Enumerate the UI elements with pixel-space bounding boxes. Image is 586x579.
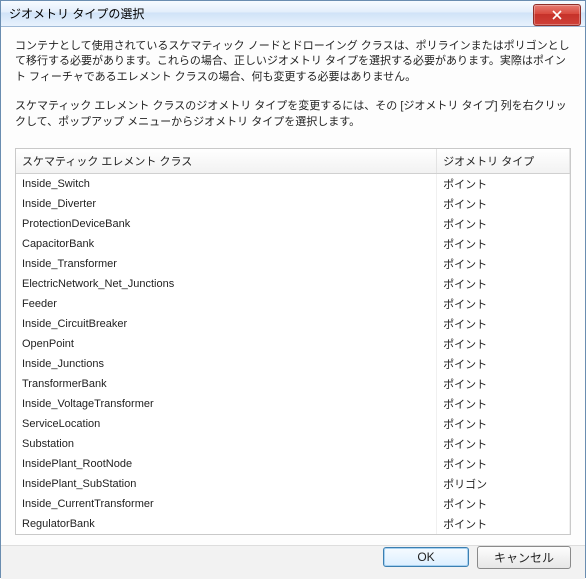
cell-class: Inside_Transformer [16,254,437,274]
cell-geom[interactable]: ポイント [437,173,570,194]
table-row[interactable]: Inside_VoltageTransformerポイント [16,394,570,414]
cell-class: ProtectionDeviceBank [16,214,437,234]
cell-geom[interactable]: ポイント [437,434,570,454]
cell-geom[interactable]: ポイント [437,354,570,374]
cell-geom[interactable]: ポリゴン [437,474,570,494]
table-row[interactable]: TransformerBankポイント [16,374,570,394]
cell-class: RegulatorBank [16,514,437,534]
table-row[interactable]: Inside_Diverterポイント [16,194,570,214]
cell-geom[interactable]: ポイント [437,514,570,534]
dialog-body: コンテナとして使用されているスケマティック ノードとドローイング クラスは、ポリ… [1,27,585,545]
cell-geom[interactable]: ポイント [437,234,570,254]
table-row[interactable]: RegulatorBankポイント [16,514,570,534]
cell-geom[interactable]: ポイント [437,294,570,314]
cell-class: TransformerBank [16,374,437,394]
column-header-class[interactable]: スケマティック エレメント クラス [16,149,437,174]
table-row[interactable]: InsidePlant_RootNodeポイント [16,454,570,474]
table-row[interactable]: Inside_Switchポイント [16,173,570,194]
table-row[interactable]: Inside_Transformerポイント [16,254,570,274]
cell-geom[interactable]: ポイント [437,454,570,474]
table-row[interactable]: Inside_CircuitBreakerポイント [16,314,570,334]
table-header-row: スケマティック エレメント クラス ジオメトリ タイプ [16,149,570,174]
cell-class: Feeder [16,294,437,314]
cell-class: OpenPoint [16,334,437,354]
ok-button[interactable]: OK [383,547,469,567]
cell-class: Inside_CurrentTransformer [16,494,437,514]
cell-geom[interactable]: ポイント [437,214,570,234]
table-row[interactable]: ElectricNetwork_Net_Junctionsポイント [16,274,570,294]
instructions-p2: スケマティック エレメント クラスのジオメトリ タイプを変更するには、その [ジ… [15,99,571,130]
instructions-p1: コンテナとして使用されているスケマティック ノードとドローイング クラスは、ポリ… [15,39,571,85]
instructions: コンテナとして使用されているスケマティック ノードとドローイング クラスは、ポリ… [15,39,571,130]
table-row[interactable]: ServiceLocationポイント [16,414,570,434]
cell-class: Inside_Switch [16,173,437,194]
cell-geom[interactable]: ポイント [437,314,570,334]
table-row[interactable]: Inside_CurrentTransformerポイント [16,494,570,514]
table-row[interactable]: Feederポイント [16,294,570,314]
cell-geom[interactable]: ポイント [437,254,570,274]
button-row: OK キャンセル [1,545,585,579]
dialog-window: ジオメトリ タイプの選択 コンテナとして使用されているスケマティック ノードとド… [0,0,586,578]
cell-class: CapacitorBank [16,234,437,254]
table-row[interactable]: Inside_Junctionsポイント [16,354,570,374]
table-row[interactable]: InsidePlant_SubStationポリゴン [16,474,570,494]
cell-geom[interactable]: ポイント [437,334,570,354]
table-row[interactable]: Substationポイント [16,434,570,454]
close-button[interactable] [533,4,581,26]
cancel-button[interactable]: キャンセル [477,546,571,569]
cell-class: Inside_CircuitBreaker [16,314,437,334]
cell-geom[interactable]: ポイント [437,414,570,434]
titlebar: ジオメトリ タイプの選択 [1,1,585,27]
cell-geom[interactable]: ポイント [437,494,570,514]
cell-class: ElectricNetwork_Net_Junctions [16,274,437,294]
cell-class: InsidePlant_SubStation [16,474,437,494]
column-header-geom[interactable]: ジオメトリ タイプ [437,149,570,174]
cell-class: ServiceLocation [16,414,437,434]
cell-geom[interactable]: ポイント [437,394,570,414]
geometry-table[interactable]: スケマティック エレメント クラス ジオメトリ タイプ Inside_Switc… [16,149,570,534]
cell-class: InsidePlant_RootNode [16,454,437,474]
table-row[interactable]: CapacitorBankポイント [16,234,570,254]
cell-geom[interactable]: ポイント [437,274,570,294]
cell-geom[interactable]: ポイント [437,374,570,394]
cell-class: Substation [16,434,437,454]
cell-class: Inside_Diverter [16,194,437,214]
table-row[interactable]: OpenPointポイント [16,334,570,354]
window-title: ジオメトリ タイプの選択 [9,5,144,22]
cell-class: Inside_VoltageTransformer [16,394,437,414]
table-row[interactable]: ProtectionDeviceBankポイント [16,214,570,234]
cell-class: Inside_Junctions [16,354,437,374]
geometry-table-container: スケマティック エレメント クラス ジオメトリ タイプ Inside_Switc… [15,148,571,535]
cell-geom[interactable]: ポイント [437,194,570,214]
close-icon [552,10,562,20]
